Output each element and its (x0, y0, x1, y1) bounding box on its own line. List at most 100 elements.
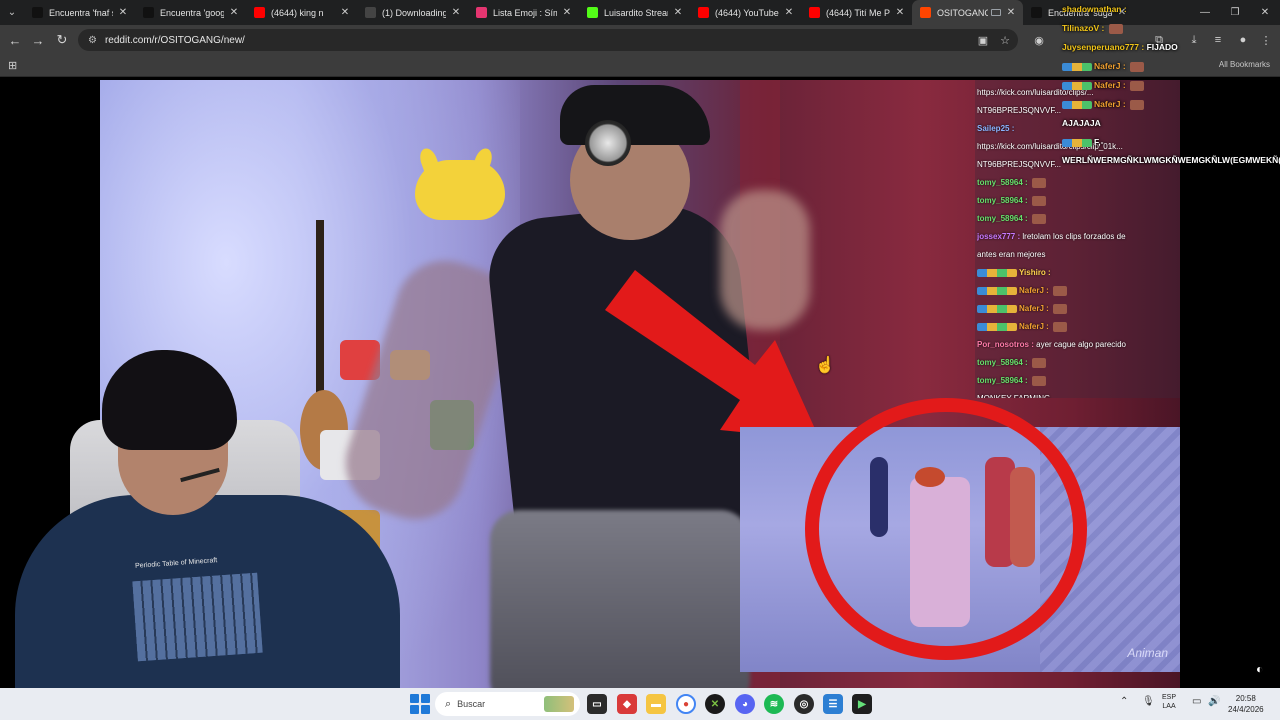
bookmark-star-icon[interactable]: ☆ (998, 33, 1012, 47)
chat-text: lretolam los clips forzados de (1022, 232, 1126, 241)
chat-username[interactable]: NaferJ : (1019, 304, 1049, 313)
close-tab-icon[interactable]: ✕ (561, 7, 573, 18)
chat-message: Por_nosotros : ayer cague algo parecido (977, 336, 1178, 354)
taskbar-clock[interactable]: 20:58 24/4/2026 (1228, 693, 1264, 715)
chat-emote-icon (1031, 195, 1046, 206)
obs-icon[interactable]: ◎ (794, 694, 814, 714)
chat-message: shadownathan : (1062, 0, 1280, 19)
headphone (585, 120, 631, 166)
lang-line-2: LAA (1162, 703, 1176, 710)
periodic-table-print (132, 572, 263, 662)
cast-icon[interactable]: ▣ (976, 33, 990, 47)
chat-username[interactable]: Por_nosotros : (977, 340, 1034, 349)
chat-text: FIJADO (1146, 42, 1178, 52)
url-text: reddit.com/r/OSITOGANG/new/ (104, 34, 245, 46)
xbox-icon[interactable]: ✕ (705, 694, 725, 714)
close-tab-icon[interactable]: ✕ (450, 7, 462, 18)
youtube-icon (809, 7, 820, 18)
task-view-icon[interactable]: ▭ (587, 694, 607, 714)
close-tab-icon[interactable]: ✕ (783, 7, 795, 18)
chat-username[interactable]: NaferJ : (1019, 322, 1049, 331)
chat-username[interactable]: Juysenperuano777 : (1062, 42, 1144, 52)
tab-label: Encuentra 'googl (160, 7, 224, 18)
chat-emote-icon (1053, 285, 1068, 296)
chat-username[interactable]: Yishiro : (1019, 268, 1051, 277)
chat-emote-icon (1130, 99, 1145, 110)
chat-message: jossex777 : lretolam los clips forzados … (977, 228, 1178, 246)
tray-overflow-icon[interactable]: ⌃ (1120, 696, 1128, 707)
chat-username[interactable]: shadownathan : (1062, 4, 1127, 14)
chat-username[interactable]: tomy_58964 : (977, 178, 1028, 187)
mouse-cursor: ☝ (815, 357, 835, 374)
terminal-icon[interactable]: ▶ (852, 694, 872, 714)
chat-username[interactable]: NaferJ : (1019, 286, 1049, 295)
close-tab-icon[interactable]: ✕ (1005, 7, 1017, 18)
browser-tab[interactable]: (4644) Tití Me Pre ✕ (801, 0, 912, 25)
tab-label: (1) Downloading (382, 7, 446, 18)
windows-start-icon[interactable] (410, 694, 430, 714)
chat-text: ayer cague algo parecido (1036, 340, 1126, 349)
red-arrow (605, 270, 820, 440)
chat-emote-icon (1031, 357, 1046, 368)
close-tab-icon[interactable]: ✕ (339, 7, 351, 18)
close-tab-icon[interactable]: ✕ (672, 7, 684, 18)
chat-username[interactable]: tomy_58964 : (977, 196, 1028, 205)
chat-username[interactable]: NaferJ : (1094, 61, 1126, 71)
language-indicator[interactable]: ESP LAA (1162, 693, 1176, 711)
chat-text: WERLÑWERMGÑKLWMGKÑWEMGKÑLW(EGMWEKÑ(GMWEG… (1062, 155, 1280, 165)
apps-grid-icon[interactable]: ⊞ (8, 59, 17, 72)
browser-tab[interactable]: (4644) king n ✕ (246, 0, 357, 25)
chat-message: tomy_58964 : (977, 354, 1178, 372)
extension-icon[interactable]: ◉ (1032, 33, 1046, 47)
reload-icon[interactable]: ↻ (50, 28, 74, 52)
tiktok-icon (1031, 7, 1042, 18)
browser-tab[interactable]: Encuentra 'fnaf si ✕ (24, 0, 135, 25)
tab-label: Lista Emoji : Símb (493, 7, 557, 18)
clock-time: 20:58 (1235, 694, 1256, 703)
chat-text: NT96BPREJSQNVVF... (977, 160, 1062, 169)
discord-icon[interactable]: ◕ (735, 694, 755, 714)
forward-icon[interactable]: → (26, 28, 50, 52)
volume-icon[interactable]: 🔊 (1208, 696, 1220, 707)
chat-message: Yishiro : (977, 264, 1178, 282)
chat-username[interactable]: NaferJ : (1094, 99, 1126, 109)
chat-username[interactable]: TilinazoV : (1062, 23, 1104, 33)
search-highlight-image (544, 696, 574, 712)
close-tab-icon[interactable]: ✕ (117, 7, 129, 18)
network-icon[interactable]: ▭ (1192, 696, 1201, 707)
browser-tab[interactable]: (4644) YouTube ✕ (690, 0, 801, 25)
notepad-icon[interactable]: ☰ (823, 694, 843, 714)
site-info-icon[interactable]: ⚙ (88, 35, 97, 46)
chat-emote-icon (1053, 303, 1068, 314)
chat-username[interactable]: jossex777 : (977, 232, 1020, 241)
spotify-icon[interactable]: ≋ (764, 694, 784, 714)
chat-username[interactable]: Sailep25 : (977, 124, 1014, 133)
microphone-icon[interactable]: 🎙 (1142, 696, 1155, 707)
browser-tab[interactable]: (1) Downloading ✕ (357, 0, 468, 25)
tab-search-icon[interactable]: ⌄ (0, 0, 24, 25)
files-app-icon[interactable]: ◆ (617, 694, 637, 714)
browser-tab[interactable]: Lista Emoji : Símb ✕ (468, 0, 579, 25)
chat-username[interactable]: NaferJ : (1094, 80, 1126, 90)
browser-tab[interactable]: Luisardito Stream ✕ (579, 0, 690, 25)
tab-label: OSITOGANG (937, 7, 988, 18)
chat-message: NaferJ : (1062, 76, 1280, 95)
lightning-icon (365, 7, 376, 18)
taskbar-search[interactable]: ⌕ Buscar (435, 692, 580, 716)
chat-username[interactable]: tomy_58964 : (977, 376, 1028, 385)
audio-toggle-icon[interactable]: ◐ (1256, 662, 1263, 676)
chat-emote-icon (1130, 61, 1145, 72)
chat-text: NT96BPREJSQNVVF... (977, 106, 1062, 115)
folder-icon[interactable]: ▬ (646, 694, 666, 714)
close-tab-icon[interactable]: ✕ (228, 7, 240, 18)
browser-tab[interactable]: OSITOGANG ✕ (912, 0, 1023, 25)
back-icon[interactable]: ← (3, 28, 27, 52)
chrome-icon[interactable]: ● (676, 694, 696, 714)
browser-tab[interactable]: Encuentra 'googl ✕ (135, 0, 246, 25)
chat-username[interactable]: tomy_58964 : (977, 214, 1028, 223)
address-bar[interactable]: ⚙ reddit.com/r/OSITOGANG/new/ (78, 29, 1018, 51)
close-tab-icon[interactable]: ✕ (894, 7, 906, 18)
webcam-overlay: Periodic Table of Minecraft (0, 345, 420, 688)
media-indicator-icon (991, 9, 1001, 16)
chat-username[interactable]: tomy_58964 : (977, 358, 1028, 367)
